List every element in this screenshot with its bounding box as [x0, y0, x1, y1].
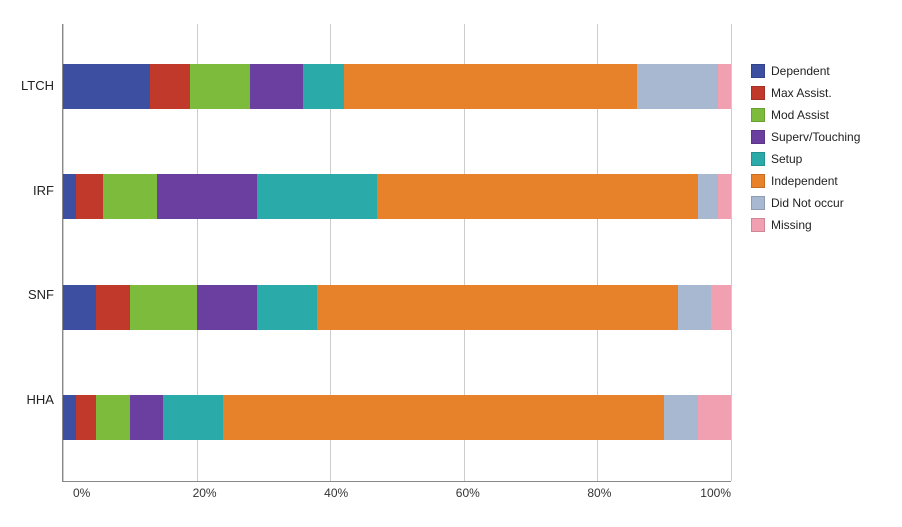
bar-segment-supervtouching — [197, 285, 257, 330]
bar-segment-missing — [698, 395, 731, 440]
legend-item: Superv/Touching — [751, 130, 891, 144]
bar-segment-independent — [317, 285, 678, 330]
chart-body: LTCH IRF SNF HHA — [21, 24, 731, 482]
x-label: 20% — [193, 486, 217, 500]
bar-segment-didnotoccur — [698, 174, 718, 219]
legend-label: Did Not occur — [771, 196, 844, 210]
bar-segment-setup — [257, 285, 317, 330]
bar-segment-didnotoccur — [664, 395, 697, 440]
legend-color-box — [751, 86, 765, 100]
bars-area — [62, 24, 731, 482]
bar-segment-didnotoccur — [678, 285, 711, 330]
legend-item: Missing — [751, 218, 891, 232]
legend-label: Missing — [771, 218, 812, 232]
legend-color-box — [751, 218, 765, 232]
bar-segment-dependent — [63, 395, 76, 440]
x-label: 80% — [587, 486, 611, 500]
bar-segment-independent — [223, 395, 664, 440]
legend-color-box — [751, 174, 765, 188]
legend-item: Setup — [751, 152, 891, 166]
bar-segment-modassist — [96, 395, 129, 440]
bar-segment-missing — [711, 285, 731, 330]
x-label: 0% — [73, 486, 90, 500]
legend-label: Max Assist. — [771, 86, 832, 100]
legend-item: Independent — [751, 174, 891, 188]
legend-item: Mod Assist — [751, 108, 891, 122]
legend-color-box — [751, 64, 765, 78]
bar-row — [63, 64, 731, 109]
y-label: SNF — [21, 265, 54, 325]
bar-segment-independent — [344, 64, 638, 109]
x-axis-labels: 0% 20% 40% 60% 80% 100% — [73, 482, 731, 504]
bar-segment-dependent — [63, 174, 76, 219]
grid-line — [731, 24, 732, 481]
bar-segment-supervtouching — [157, 174, 257, 219]
bar-row — [63, 395, 731, 440]
legend-item: Max Assist. — [751, 86, 891, 100]
bar-segment-dependent — [63, 285, 96, 330]
x-label: 100% — [700, 486, 731, 500]
legend-color-box — [751, 196, 765, 210]
bar-segment-supervtouching — [250, 64, 303, 109]
x-label: 60% — [456, 486, 480, 500]
bar-row — [63, 174, 731, 219]
legend-color-box — [751, 108, 765, 122]
bar-segment-modassist — [103, 174, 156, 219]
bar-segment-dependent — [63, 64, 150, 109]
bar-segment-modassist — [130, 285, 197, 330]
bar-row — [63, 285, 731, 330]
bar-segment-setup — [303, 64, 343, 109]
bar-segment-maxassist — [150, 64, 190, 109]
y-label: LTCH — [21, 56, 54, 116]
legend-label: Dependent — [771, 64, 830, 78]
bar-segment-maxassist — [76, 174, 103, 219]
y-labels: LTCH IRF SNF HHA — [21, 24, 62, 482]
bar-segment-maxassist — [76, 395, 96, 440]
legend-label: Independent — [771, 174, 838, 188]
chart-wrapper: LTCH IRF SNF HHA 0% 20% 40% 60% 80% 100% Depende… — [11, 14, 891, 514]
bar-segment-supervtouching — [130, 395, 163, 440]
bars-container — [63, 24, 731, 481]
y-label: HHA — [21, 369, 54, 429]
bar-segment-didnotoccur — [637, 64, 717, 109]
x-label: 40% — [324, 486, 348, 500]
legend-label: Mod Assist — [771, 108, 829, 122]
legend-color-box — [751, 152, 765, 166]
bar-segment-independent — [377, 174, 698, 219]
legend-label: Setup — [771, 152, 802, 166]
legend-label: Superv/Touching — [771, 130, 860, 144]
legend-item: Dependent — [751, 64, 891, 78]
bar-segment-modassist — [190, 64, 250, 109]
chart-area: LTCH IRF SNF HHA 0% 20% 40% 60% 80% 100% — [21, 24, 731, 504]
bar-segment-setup — [163, 395, 223, 440]
bar-segment-setup — [257, 174, 377, 219]
bar-segment-missing — [718, 174, 731, 219]
y-label: IRF — [21, 160, 54, 220]
bar-segment-missing — [718, 64, 731, 109]
bar-segment-maxassist — [96, 285, 129, 330]
legend-color-box — [751, 130, 765, 144]
legend-item: Did Not occur — [751, 196, 891, 210]
legend: Dependent Max Assist. Mod Assist Superv/Tou… — [731, 24, 891, 240]
